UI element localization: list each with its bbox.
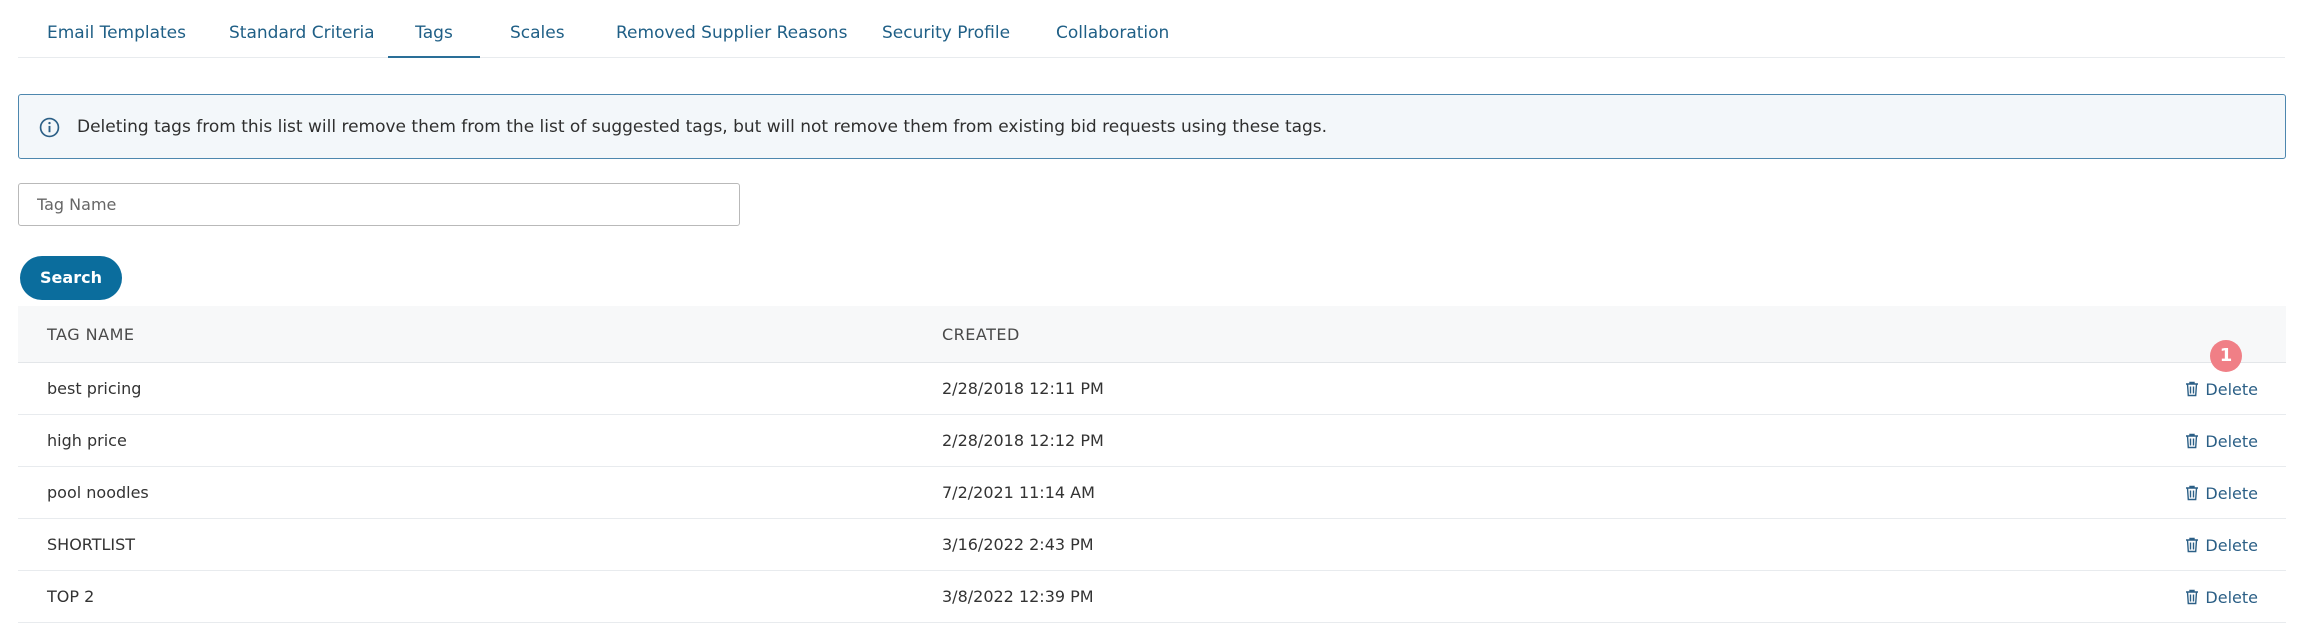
search-button[interactable]: Search: [20, 256, 122, 300]
trash-icon: [2186, 433, 2199, 449]
column-header-created[interactable]: CREATED: [942, 306, 1020, 363]
delete-label: Delete: [2205, 587, 2258, 607]
table-row: high price 2/28/2018 12:12 PM Delete: [18, 415, 2286, 467]
delete-button[interactable]: Delete: [2185, 571, 2258, 623]
tab-tags[interactable]: Tags: [388, 0, 480, 58]
table-row: best pricing 2/28/2018 12:11 PM Delete: [18, 363, 2286, 415]
trash-icon: [2186, 537, 2199, 553]
table-row: SHORTLIST 3/16/2022 2:43 PM Delete: [18, 519, 2286, 571]
trash-icon: [2186, 485, 2199, 501]
table-header: TAG NAME CREATED: [18, 306, 2286, 363]
column-header-tag-name[interactable]: TAG NAME: [47, 306, 135, 363]
tag-name-cell: best pricing: [47, 379, 142, 398]
table-row: pool noodles 7/2/2021 11:14 AM Delete: [18, 467, 2286, 519]
trash-icon: [2186, 381, 2199, 397]
created-cell: 2/28/2018 12:11 PM: [942, 379, 1104, 398]
tab-collaboration[interactable]: Collaboration: [1056, 0, 1169, 58]
tag-name-cell: pool noodles: [47, 483, 149, 502]
tag-name-cell: SHORTLIST: [47, 535, 136, 554]
notification-badge: 1: [2210, 340, 2242, 372]
info-alert: Deleting tags from this list will remove…: [18, 94, 2286, 159]
delete-label: Delete: [2205, 483, 2258, 503]
delete-button[interactable]: Delete: [2185, 467, 2258, 519]
tab-security-profile[interactable]: Security Profile: [882, 0, 1010, 58]
tab-email-templates[interactable]: Email Templates: [47, 0, 186, 58]
tab-standard-criteria[interactable]: Standard Criteria: [229, 0, 375, 58]
settings-tabs: Email Templates Standard Criteria Tags S…: [18, 0, 2285, 58]
delete-label: Delete: [2205, 535, 2258, 555]
created-cell: 3/8/2022 12:39 PM: [942, 587, 1094, 606]
created-cell: 3/16/2022 2:43 PM: [942, 535, 1094, 554]
delete-label: Delete: [2205, 379, 2258, 399]
delete-button[interactable]: Delete: [2185, 415, 2258, 467]
tags-table: TAG NAME CREATED best pricing 2/28/2018 …: [18, 306, 2286, 623]
trash-icon: [2186, 589, 2199, 605]
delete-label: Delete: [2205, 431, 2258, 451]
tag-name-cell: TOP 2: [47, 587, 95, 606]
info-icon: [39, 117, 60, 138]
alert-message: Deleting tags from this list will remove…: [77, 117, 1328, 137]
tag-name-input[interactable]: [18, 183, 740, 226]
created-cell: 2/28/2018 12:12 PM: [942, 431, 1104, 450]
table-row: TOP 2 3/8/2022 12:39 PM Delete: [18, 571, 2286, 623]
tag-name-cell: high price: [47, 431, 127, 450]
tab-scales[interactable]: Scales: [510, 0, 565, 58]
tab-removed-supplier-reasons[interactable]: Removed Supplier Reasons: [616, 0, 847, 58]
delete-button[interactable]: Delete: [2185, 519, 2258, 571]
created-cell: 7/2/2021 11:14 AM: [942, 483, 1095, 502]
